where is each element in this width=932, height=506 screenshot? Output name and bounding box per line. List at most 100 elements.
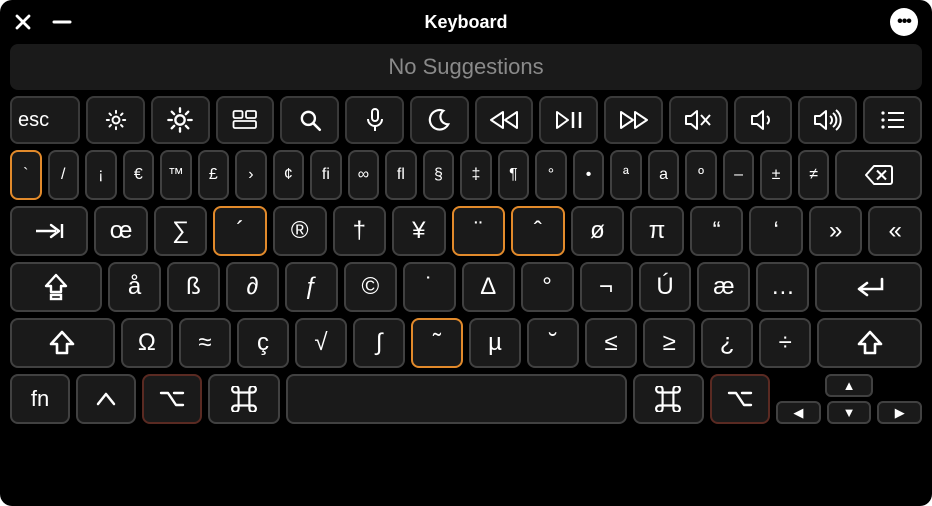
key-sigma[interactable]: ∑	[154, 206, 208, 256]
key-greaterequal[interactable]: ≥	[643, 318, 695, 368]
key-not[interactable]: ¬	[580, 262, 633, 312]
key-capslock[interactable]	[10, 262, 102, 312]
key-fhook[interactable]: ƒ	[285, 262, 338, 312]
key-eszett[interactable]: ß	[167, 262, 220, 312]
key-arrow-down[interactable]: ▼	[827, 401, 872, 424]
key-angle-right[interactable]: ›	[235, 150, 267, 200]
do-not-disturb-key[interactable]	[410, 96, 469, 144]
key-cent-label: ¢	[284, 166, 293, 184]
key-notequal[interactable]: ≠	[798, 150, 830, 200]
key-euro[interactable]: €	[123, 150, 155, 200]
key-fn[interactable]: fn	[10, 374, 70, 424]
key-uacute[interactable]: Ú	[639, 262, 692, 312]
key-plusminus[interactable]: ±	[760, 150, 792, 200]
key-ccedilla[interactable]: ç	[237, 318, 289, 368]
key-ordfem[interactable]: ª	[610, 150, 642, 200]
key-grave[interactable]: `	[10, 150, 42, 200]
key-oslash[interactable]: ø	[571, 206, 625, 256]
key-degree2[interactable]: °	[521, 262, 574, 312]
key-oe[interactable]: œ	[94, 206, 148, 256]
key-tilde[interactable]: ˜	[411, 318, 463, 368]
key-shift-right[interactable]	[817, 318, 922, 368]
key-aring[interactable]: å	[108, 262, 161, 312]
key-leftdquote[interactable]: “	[690, 206, 744, 256]
key-registered[interactable]: ®	[273, 206, 327, 256]
key-lessequal[interactable]: ≤	[585, 318, 637, 368]
key-shift-left[interactable]	[10, 318, 115, 368]
key-arrow-up[interactable]: ▲	[825, 374, 873, 397]
key-command-right[interactable]	[633, 374, 704, 424]
brightness-up-key[interactable]	[151, 96, 210, 144]
key-cent[interactable]: ¢	[273, 150, 305, 200]
key-caret[interactable]: ˆ	[511, 206, 565, 256]
qwerty-row: œ ∑´®†¥¨ˆøπ“‘»«	[10, 206, 922, 256]
key-delta[interactable]: ∆	[462, 262, 515, 312]
volume-down-key[interactable]	[734, 96, 793, 144]
mission-control-key[interactable]	[216, 96, 275, 144]
key-bullet[interactable]: •	[573, 150, 605, 200]
key-oslash-label: ø	[590, 217, 605, 245]
key-arrow-right[interactable]: ▶	[877, 401, 922, 424]
key-tilde-label: ˜	[433, 329, 441, 357]
key-double-dagger[interactable]: ‡	[460, 150, 492, 200]
key-control[interactable]	[76, 374, 136, 424]
key-command-left[interactable]	[208, 374, 279, 424]
key-infinity[interactable]: ∞	[348, 150, 380, 200]
key-arrow-left[interactable]: ◀	[776, 401, 821, 424]
key-pound[interactable]: £	[198, 150, 230, 200]
key-fi-ligature[interactable]: ﬁ	[310, 150, 342, 200]
key-inverted-exclaim[interactable]: ¡	[85, 150, 117, 200]
dictation-key[interactable]	[345, 96, 404, 144]
key-divide[interactable]: ÷	[759, 318, 811, 368]
key-partial[interactable]: ∂	[226, 262, 279, 312]
key-endash[interactable]: –	[723, 150, 755, 200]
spotlight-key[interactable]	[280, 96, 339, 144]
key-ring[interactable]: °	[535, 150, 567, 200]
key-fl-ligature[interactable]: ﬂ	[385, 150, 417, 200]
key-approx[interactable]: ≈	[179, 318, 231, 368]
key-breve-label: ˘	[549, 329, 557, 357]
key-option-right[interactable]	[710, 374, 770, 424]
list-key[interactable]	[863, 96, 922, 144]
key-overdot[interactable]: ˙	[403, 262, 456, 312]
key-diaeresis[interactable]: ¨	[452, 206, 506, 256]
key-section[interactable]: §	[423, 150, 455, 200]
key-ordmasc[interactable]: º	[685, 150, 717, 200]
key-space[interactable]	[286, 374, 627, 424]
key-integral[interactable]: ∫	[353, 318, 405, 368]
key-slash[interactable]: /	[48, 150, 80, 200]
key-acute[interactable]: ´	[213, 206, 267, 256]
key-omega[interactable]: Ω	[121, 318, 173, 368]
key-backspace[interactable]	[835, 150, 922, 200]
key-trademark[interactable]: ™	[160, 150, 192, 200]
key-mu[interactable]: µ	[469, 318, 521, 368]
key-option-left[interactable]	[142, 374, 202, 424]
key-lsquote[interactable]: ‘	[749, 206, 803, 256]
key-sqrt[interactable]: √	[295, 318, 347, 368]
play-pause-key[interactable]	[539, 96, 598, 144]
key-pi[interactable]: π	[630, 206, 684, 256]
key-ellipsis[interactable]: …	[756, 262, 809, 312]
esc-key[interactable]: esc	[10, 96, 80, 144]
key-guillemet-left[interactable]: «	[868, 206, 922, 256]
brightness-down-key[interactable]	[86, 96, 145, 144]
fast-forward-key[interactable]	[604, 96, 663, 144]
rewind-key[interactable]	[475, 96, 534, 144]
key-return[interactable]	[815, 262, 922, 312]
key-tab[interactable]	[10, 206, 88, 256]
mute-key[interactable]	[669, 96, 728, 144]
minimize-icon[interactable]	[52, 13, 72, 31]
key-dagger[interactable]: †	[333, 206, 387, 256]
key-oe-label: œ	[110, 217, 133, 245]
key-ae[interactable]: æ	[697, 262, 750, 312]
key-breve[interactable]: ˘	[527, 318, 579, 368]
more-options-icon[interactable]: •••	[890, 8, 918, 36]
key-inverted-question[interactable]: ¿	[701, 318, 753, 368]
key-a-super[interactable]: a	[648, 150, 680, 200]
key-pilcrow[interactable]: ¶	[498, 150, 530, 200]
key-copyright[interactable]: ©	[344, 262, 397, 312]
close-icon[interactable]	[14, 13, 32, 31]
key-guillemet-right[interactable]: »	[809, 206, 863, 256]
volume-up-key[interactable]	[798, 96, 857, 144]
key-yen[interactable]: ¥	[392, 206, 446, 256]
